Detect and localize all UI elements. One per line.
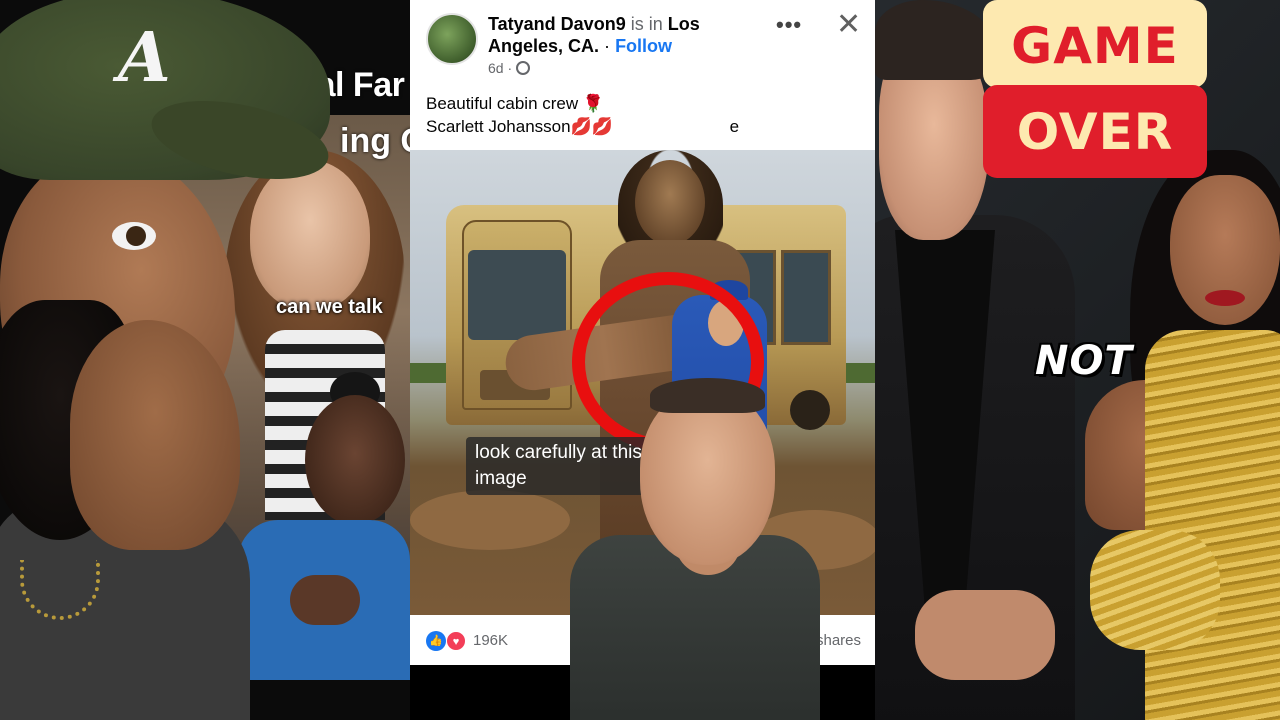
love-reaction-icon[interactable]: ♥ — [446, 631, 466, 651]
braves-logo: A — [118, 18, 171, 98]
woman-face — [250, 160, 370, 310]
left-reaction-panel: The Royal Far ing G can we talk A — [0, 0, 410, 720]
post-text-line-2-tail: e — [729, 117, 740, 136]
reactor-woman-hand — [290, 575, 360, 625]
close-icon[interactable]: ✕ — [836, 7, 861, 42]
like-reaction-icon[interactable]: 👍 — [426, 631, 446, 651]
post-text-line-2-text: Scarlett Johansson — [426, 117, 571, 136]
author-name[interactable]: Tatyand Davon9 — [488, 14, 626, 34]
separator-dot: · — [604, 36, 611, 56]
post-text-line-1-text: Beautiful cabin crew — [426, 94, 579, 113]
not-label: NOT — [1035, 338, 1133, 384]
post-text-line-1: Beautiful cabin crew 🌹 — [426, 92, 866, 115]
lips-emoji: 💋💋 — [570, 117, 613, 136]
post-time: 6d — [488, 60, 504, 76]
game-box: GAME — [983, 0, 1207, 88]
reactor-man-face — [640, 390, 775, 565]
is-in-label: is in — [630, 14, 663, 34]
avatar[interactable] — [426, 13, 478, 65]
post-text-line-2: Scarlett Johansson💋💋 e — [426, 115, 866, 138]
bus-windshield — [468, 250, 566, 340]
more-options-icon[interactable]: ••• — [776, 12, 802, 38]
post-header: Tatyand Davon9 is in Los Angeles, CA. · … — [410, 0, 875, 85]
follow-button[interactable]: Follow — [615, 36, 672, 56]
reactor-man-hair — [650, 378, 765, 413]
rose-emoji: 🌹 — [582, 94, 605, 113]
bus-wheel — [790, 390, 830, 430]
gold-sleeve-arm — [1090, 530, 1220, 650]
can-we-talk-caption: can we talk — [276, 296, 383, 318]
red-lips — [1205, 290, 1245, 306]
man-hair — [875, 0, 995, 80]
over-label: OVER — [1016, 103, 1174, 161]
post-timestamp[interactable]: 6d · — [488, 60, 531, 76]
post-text: Beautiful cabin crew 🌹 Scarlett Johansso… — [426, 92, 866, 138]
clasped-hands — [915, 590, 1055, 680]
reaction-count[interactable]: 196K — [473, 632, 508, 649]
globe-icon — [516, 61, 531, 75]
royal-family-subtitle: ing G — [340, 122, 410, 160]
game-label: GAME — [1011, 17, 1179, 75]
shocked-eye — [112, 222, 156, 250]
author-line: Tatyand Davon9 is in Los Angeles, CA. · … — [488, 13, 768, 57]
reactor-woman-face — [305, 395, 405, 525]
bearded-man-face — [635, 160, 705, 245]
center-facebook-post-panel: Tatyand Davon9 is in Los Angeles, CA. · … — [410, 0, 875, 720]
right-thumbnail-panel: GAME OVER NOT — [875, 0, 1280, 720]
over-box: OVER — [983, 85, 1207, 178]
gold-sequin-dress — [1145, 330, 1280, 720]
mud-puddle — [410, 490, 570, 550]
shares-count[interactable]: shares — [816, 632, 861, 649]
bus-window — [781, 250, 831, 345]
